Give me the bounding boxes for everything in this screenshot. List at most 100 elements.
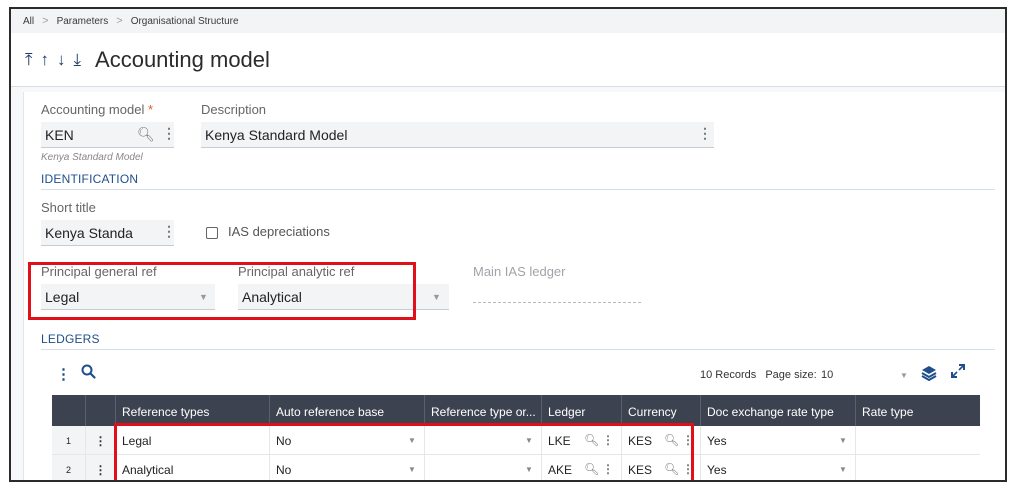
- cell-reference-type-or[interactable]: ▼: [425, 426, 542, 454]
- column-ledger[interactable]: Ledger: [542, 395, 622, 426]
- principal-analytic-ref-value: Analytical: [242, 289, 302, 305]
- table-row[interactable]: 1 ⋮ Legal No ▼ ▼ LKE 🔍︎ ⋮ KES 🔍︎ ⋮ Yes ▼: [52, 426, 980, 455]
- dropdown-caret-icon[interactable]: ▼: [525, 436, 533, 445]
- grid-more-icon[interactable]: ⋮: [56, 365, 71, 383]
- short-title-value: Kenya Standa: [45, 225, 133, 241]
- cell-rate-type[interactable]: [856, 426, 980, 454]
- cell-currency[interactable]: KES 🔍︎ ⋮: [622, 426, 701, 454]
- more-icon[interactable]: ⋮: [162, 125, 176, 142]
- principal-general-ref-value: Legal: [45, 289, 80, 305]
- next-record-icon[interactable]: ↓: [57, 50, 66, 70]
- breadcrumb-all[interactable]: All: [23, 16, 34, 27]
- cell-ledger[interactable]: LKE 🔍︎ ⋮: [542, 426, 622, 454]
- principal-general-ref-label: Principal general ref: [41, 264, 157, 279]
- last-record-icon[interactable]: ⤓: [74, 50, 82, 70]
- grid-header: Reference types Auto reference base Refe…: [52, 395, 980, 426]
- dropdown-caret-icon[interactable]: ▼: [839, 465, 847, 474]
- cell-ledger[interactable]: AKE 🔍︎ ⋮: [542, 455, 622, 480]
- row-more-icon[interactable]: ⋮: [86, 426, 116, 454]
- search-icon[interactable]: 🔍︎: [584, 433, 599, 447]
- dropdown-caret-icon[interactable]: ▼: [408, 436, 416, 445]
- previous-record-icon[interactable]: ↑: [41, 50, 50, 70]
- main-ias-ledger-label: Main IAS ledger: [473, 264, 566, 279]
- short-title-field[interactable]: Kenya Standa ⋮: [41, 220, 176, 246]
- grid-search-icon[interactable]: [81, 364, 96, 383]
- form-panel: Accounting model * KEN 🔍︎ ⋮ Kenya Standa…: [23, 92, 1005, 480]
- search-icon[interactable]: 🔍︎: [584, 462, 599, 476]
- page-size-select[interactable]: 10 ▼: [821, 369, 908, 381]
- column-currency[interactable]: Currency: [622, 395, 701, 426]
- column-rate-type[interactable]: Rate type: [856, 395, 980, 426]
- cell-value: LKE: [548, 434, 571, 448]
- expand-icon[interactable]: [951, 364, 965, 383]
- dropdown-caret-icon[interactable]: ▼: [408, 465, 416, 474]
- search-icon[interactable]: 🔍︎: [664, 462, 679, 476]
- breadcrumb-parameters[interactable]: Parameters: [57, 16, 109, 27]
- principal-general-ref-select[interactable]: Legal ▼: [41, 284, 215, 310]
- dropdown-caret-icon[interactable]: ▼: [199, 292, 208, 302]
- more-icon[interactable]: ⋮: [682, 433, 694, 447]
- grid-header-actions: [86, 395, 116, 426]
- accounting-model-field[interactable]: KEN 🔍︎ ⋮: [41, 122, 176, 148]
- search-icon[interactable]: 🔍︎: [137, 126, 155, 143]
- accounting-model-value: KEN: [45, 127, 74, 143]
- dropdown-caret-icon[interactable]: ▼: [525, 465, 533, 474]
- cell-auto-reference-base[interactable]: No ▼: [270, 426, 425, 454]
- row-number: 2: [52, 455, 86, 480]
- records-count: 10 Records: [700, 369, 757, 381]
- more-icon[interactable]: ⋮: [162, 223, 176, 240]
- search-icon[interactable]: 🔍︎: [664, 433, 679, 447]
- cell-reference-type[interactable]: Analytical: [116, 455, 270, 480]
- description-value: Kenya Standard Model: [205, 127, 348, 143]
- table-row[interactable]: 2 ⋮ Analytical No ▼ ▼ AKE 🔍︎ ⋮ KES 🔍︎ ⋮: [52, 455, 980, 480]
- layers-icon[interactable]: [921, 365, 937, 386]
- chevron-right-icon: >: [116, 15, 123, 27]
- row-number: 1: [52, 426, 86, 454]
- ias-depreciations-label: IAS depreciations: [228, 224, 330, 239]
- cell-doc-exchange-rate-type[interactable]: Yes ▼: [701, 455, 856, 480]
- dropdown-caret-icon[interactable]: ▼: [432, 292, 441, 302]
- principal-analytic-ref-label: Principal analytic ref: [238, 264, 355, 279]
- cell-value: AKE: [548, 463, 573, 477]
- page-size-value: 10: [821, 369, 834, 381]
- breadcrumb-organisational-structure[interactable]: Organisational Structure: [131, 16, 239, 27]
- dropdown-caret-icon: ▼: [900, 371, 908, 380]
- app-window: All > Parameters > Organisational Struct…: [9, 7, 1007, 482]
- ias-depreciations-checkbox[interactable]: [206, 227, 218, 239]
- dropdown-caret-icon[interactable]: ▼: [839, 436, 847, 445]
- short-title-label: Short title: [41, 200, 96, 215]
- cell-value: Yes: [707, 463, 727, 477]
- section-divider: [41, 189, 995, 190]
- cell-auto-reference-base[interactable]: No ▼: [270, 455, 425, 480]
- ledgers-section-title: LEDGERS: [41, 332, 100, 346]
- chevron-right-icon: >: [42, 15, 49, 27]
- column-reference-type-or[interactable]: Reference type or...: [425, 395, 542, 426]
- principal-analytic-ref-select[interactable]: Analytical ▼: [238, 284, 449, 310]
- cell-reference-type[interactable]: Legal: [116, 426, 270, 454]
- cell-value: KES: [628, 463, 653, 477]
- accounting-model-label-text: Accounting model: [41, 102, 145, 117]
- more-icon[interactable]: ⋮: [602, 462, 614, 476]
- main-ias-ledger-field: [473, 302, 641, 303]
- more-icon[interactable]: ⋮: [682, 462, 694, 476]
- column-auto-reference-base[interactable]: Auto reference base: [270, 395, 425, 426]
- column-doc-exchange-rate-type[interactable]: Doc exchange rate type: [701, 395, 856, 426]
- cell-value: KES: [628, 434, 653, 448]
- cell-currency[interactable]: KES 🔍︎ ⋮: [622, 455, 701, 480]
- cell-doc-exchange-rate-type[interactable]: Yes ▼: [701, 426, 856, 454]
- row-more-icon[interactable]: ⋮: [86, 455, 116, 480]
- cell-rate-type[interactable]: [856, 455, 980, 480]
- description-field[interactable]: Kenya Standard Model ⋮: [201, 122, 714, 148]
- breadcrumb: All > Parameters > Organisational Struct…: [11, 9, 1005, 33]
- accounting-model-hint: Kenya Standard Model: [41, 152, 143, 163]
- required-marker: *: [147, 102, 154, 117]
- more-icon[interactable]: ⋮: [602, 433, 614, 447]
- cell-value: Yes: [707, 434, 727, 448]
- column-reference-types[interactable]: Reference types: [116, 395, 270, 426]
- more-icon[interactable]: ⋮: [698, 125, 712, 142]
- identification-section-title: IDENTIFICATION: [41, 172, 139, 186]
- first-record-icon[interactable]: ⤒: [25, 50, 33, 70]
- grid-header-num: [52, 395, 86, 426]
- cell-reference-type-or[interactable]: ▼: [425, 455, 542, 480]
- page-header: ⤒ ↑ ↓ ⤓ Accounting model: [11, 33, 1005, 87]
